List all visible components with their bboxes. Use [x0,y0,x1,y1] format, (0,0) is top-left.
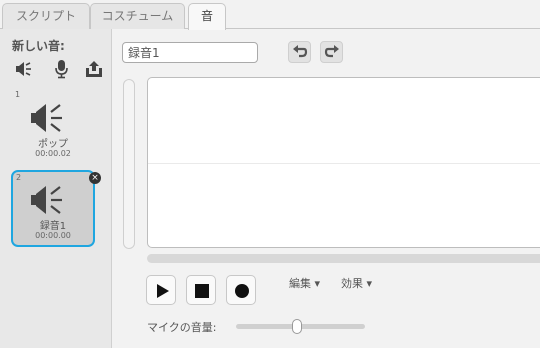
sound-index: 1 [15,90,21,99]
upload-icon[interactable] [84,59,104,79]
sound-name-input[interactable] [122,42,258,63]
effects-menu[interactable]: 効果 ▾ [341,275,372,291]
speaker-icon [29,100,69,136]
edit-menu[interactable]: 編集 ▾ [289,275,320,291]
new-sound-label: 新しい音: [12,39,65,53]
sound-list-sidebar: 新しい音: 1 ポップ 00:00.02 2 録音1 00:00.00 [0,29,112,348]
speaker-icon [29,182,69,218]
sound-duration: 00:00.02 [35,149,71,158]
tab-sounds[interactable]: 音 [188,3,226,30]
play-icon [157,284,169,298]
tab-scripts[interactable]: スクリプト [2,3,90,29]
stop-icon [195,284,209,298]
play-button[interactable] [146,275,176,305]
waveform-canvas[interactable] [147,77,540,248]
mic-volume-label: マイクの音量: [147,321,217,334]
sound-duration: 00:00.00 [35,231,71,240]
redo-button[interactable] [320,41,343,63]
waveform-baseline [148,163,540,164]
delete-sound-icon[interactable]: × [89,172,101,184]
speaker-library-icon[interactable] [14,59,34,79]
stop-button[interactable] [186,275,216,305]
sound-index: 2 [16,173,22,182]
record-icon [235,284,249,298]
microphone-icon[interactable] [52,59,72,79]
sound-name: 録音1 [39,221,67,232]
sound-item-pop[interactable]: 1 ポップ 00:00.02 [11,88,95,165]
sound-name: ポップ [38,139,68,150]
record-button[interactable] [226,275,256,305]
tab-costumes[interactable]: コスチューム [90,3,185,29]
sound-item-recording1[interactable]: 2 録音1 00:00.00 [11,170,95,247]
vertical-scrollbar[interactable] [123,79,135,249]
mic-volume-slider-knob[interactable] [291,319,302,334]
tab-bar: スクリプト コスチューム 音 [0,0,540,30]
redo-icon [324,45,339,58]
horizontal-scrollbar[interactable] [147,254,540,263]
undo-icon [293,45,308,58]
undo-button[interactable] [288,41,311,63]
